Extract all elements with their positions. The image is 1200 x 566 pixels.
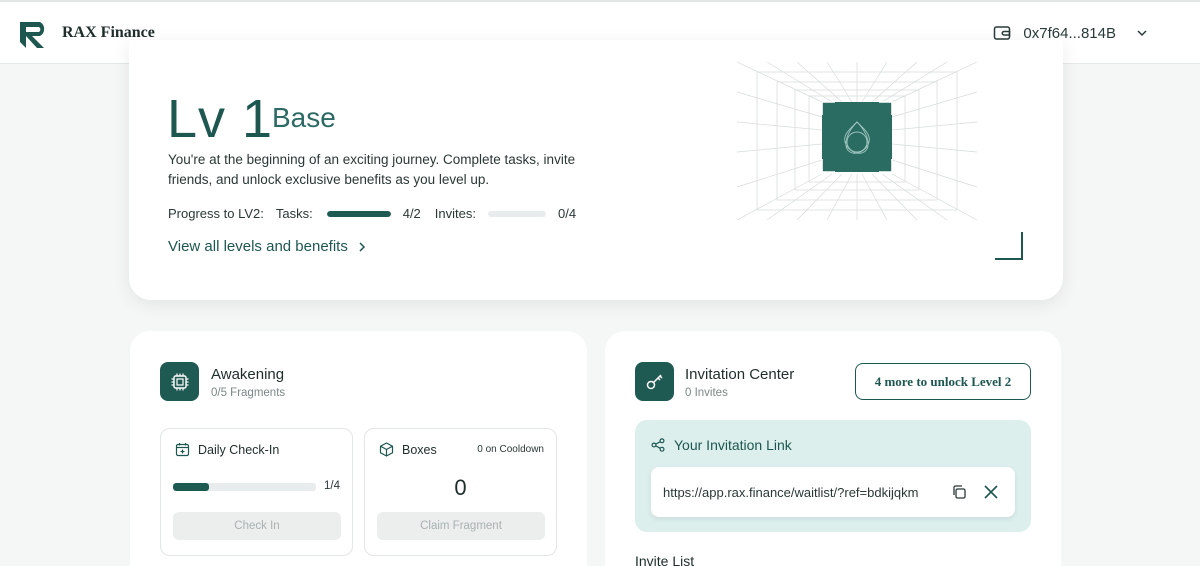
boxes-title: Boxes <box>402 442 437 457</box>
daily-checkin-title: Daily Check-In <box>198 442 280 457</box>
tasks-progress-fill <box>326 210 391 217</box>
calendar-icon <box>175 443 190 457</box>
claim-fragment-button[interactable]: Claim Fragment <box>377 512 545 540</box>
invite-list-heading: Invite List <box>635 553 695 566</box>
rax-logo-icon[interactable] <box>18 18 50 50</box>
daily-checkin-header: Daily Check-In <box>175 442 279 457</box>
box-icon <box>379 442 394 457</box>
tasks-label: Tasks: <box>275 206 313 221</box>
boxes-cooldown: 0 on Cooldown <box>477 444 544 455</box>
invites-progress-bar <box>487 210 546 217</box>
progress-row: Progress to LV2: Tasks: 4/2 Invites: 0/4 <box>168 206 576 221</box>
check-in-button[interactable]: Check In <box>173 512 341 540</box>
boxes-card: Boxes 0 on Cooldown 0 Claim Fragment <box>364 428 557 556</box>
invitation-link-heading: Your Invitation Link <box>674 437 792 453</box>
daily-checkin-card: Daily Check-In 1/4 Check In <box>160 428 353 556</box>
awakening-card: Awakening 0/5 Fragments Daily Check-In 1… <box>130 331 587 566</box>
key-icon-tile <box>635 362 674 401</box>
view-levels-link[interactable]: View all levels and benefits <box>168 238 366 255</box>
x-share-icon[interactable] <box>983 484 999 500</box>
tasks-progress-bar <box>326 210 391 217</box>
level-name: Base <box>272 102 336 133</box>
key-icon <box>646 373 663 389</box>
invitation-card: Invitation Center 0 Invites 4 more to un… <box>605 331 1061 566</box>
invitation-link-url[interactable]: https://app.rax.finance/waitlist/?ref=bd… <box>663 485 918 500</box>
chevron-down-icon <box>1137 30 1147 37</box>
chip-icon-tile <box>160 362 199 401</box>
awakening-subtitle: 0/5 Fragments <box>211 387 286 399</box>
invitation-subtitle: 0 Invites <box>685 387 728 399</box>
boxes-header: Boxes <box>379 442 437 457</box>
invites-value: 0/4 <box>557 206 577 221</box>
wallet-address: 0x7f64...814B <box>1023 24 1116 42</box>
boxes-count: 0 <box>454 475 467 500</box>
invitation-link-header: Your Invitation Link <box>651 437 792 453</box>
copy-icon[interactable] <box>951 484 967 500</box>
awakening-title: Awakening <box>211 366 285 383</box>
level-number: Lv 1 <box>167 89 274 149</box>
level-card: Lv 1 Base You're at the beginning of an … <box>129 40 1063 300</box>
progress-label: Progress to LV2: <box>168 206 264 221</box>
chevron-right-icon <box>359 241 365 252</box>
unlock-level-button[interactable]: 4 more to unlock Level 2 <box>855 363 1031 400</box>
daily-progress-fill <box>173 483 209 491</box>
invitation-link-panel: Your Invitation Link https://app.rax.fin… <box>635 420 1031 532</box>
corner-bracket <box>995 232 1023 260</box>
tasks-value: 4/2 <box>402 206 421 221</box>
invitation-title: Invitation Center <box>685 366 795 383</box>
share-icon <box>651 438 665 452</box>
invitation-link-box: https://app.rax.finance/waitlist/?ref=bd… <box>651 467 1015 517</box>
view-levels-label: View all levels and benefits <box>168 238 348 255</box>
invites-label: Invites: <box>434 206 476 221</box>
chip-icon <box>171 373 188 390</box>
daily-progress-text: 1/4 <box>324 480 340 492</box>
daily-progress-bar <box>173 483 316 491</box>
level-emblem-illustration <box>737 62 977 220</box>
level-description: You're at the beginning of an exciting j… <box>168 152 576 187</box>
